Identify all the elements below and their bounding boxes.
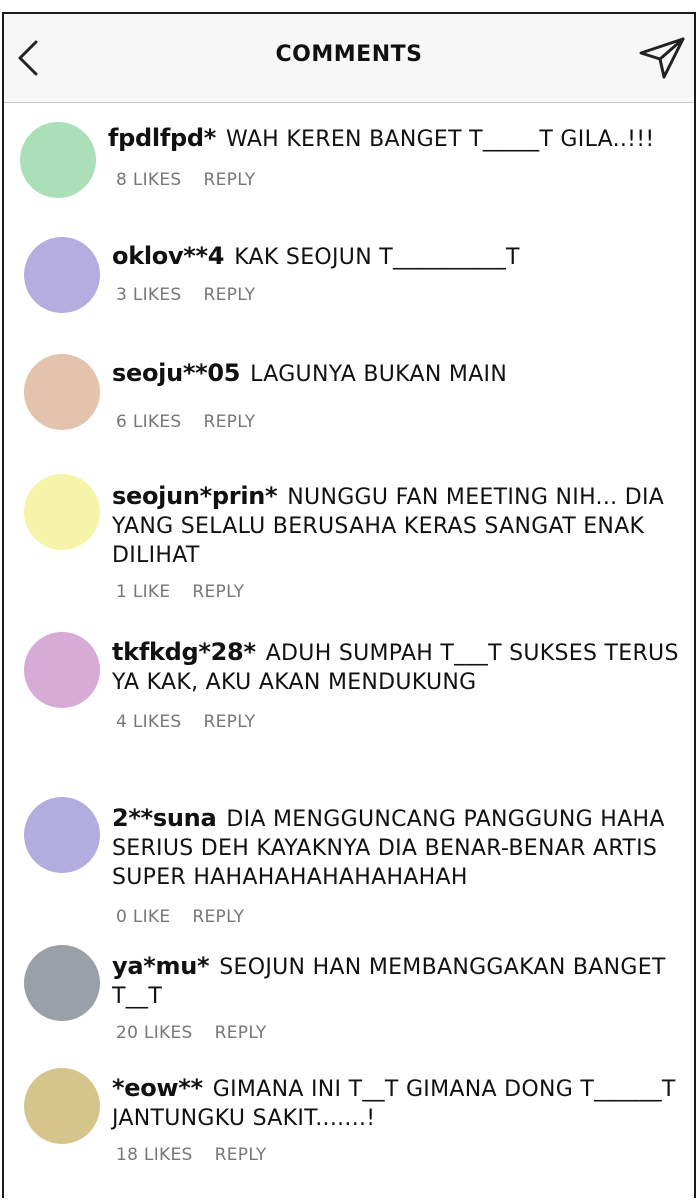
comment-username[interactable]: seoju**05 [112,359,240,387]
avatar[interactable] [24,797,100,873]
reply-button[interactable]: REPLY [204,712,256,732]
reply-button[interactable]: REPLY [204,170,256,190]
likes-count[interactable]: 20 LIKES [116,1023,193,1043]
comment-text: KAK SEOJUN T__________T [234,245,520,270]
avatar[interactable] [24,474,100,550]
likes-count[interactable]: 8 LIKES [116,170,182,190]
comment-username[interactable]: ya*mu* [112,952,210,980]
comments-screen: COMMENTS fpdlfpd* WAH KEREN BANGET T_____… [2,12,696,1198]
reply-button[interactable]: REPLY [192,907,244,927]
comment-body: seojun*prin* NUNGGU FAN MEETING NIH... DI… [112,482,686,570]
comment-text: LAGUNYA BUKAN MAIN [250,362,508,387]
comment-body: seoju**05 LAGUNYA BUKAN MAIN [112,359,686,389]
avatar[interactable] [24,354,100,430]
send-button[interactable] [638,36,686,80]
avatar[interactable] [24,945,100,1021]
comment-username[interactable]: seojun*prin* [112,482,278,510]
likes-count[interactable]: 0 LIKE [116,907,170,927]
likes-count[interactable]: 3 LIKES [116,285,182,305]
reply-button[interactable]: REPLY [204,285,256,305]
comment-text: WAH KEREN BANGET T_____T GILA..!!! [225,127,655,152]
comment-body: ya*mu* SEOJUN HAN MEMBANGGAKAN BANGET T__… [112,952,686,1011]
reply-button[interactable]: REPLY [215,1145,267,1165]
comment-username[interactable]: tkfkdg*28* [112,638,256,666]
likes-count[interactable]: 18 LIKES [116,1145,193,1165]
comment-body: oklov**4 KAK SEOJUN T__________T [112,242,686,272]
comment-body: 2**suna DIA MENGGUNCANG PANGGUNG HAHA SER… [112,804,686,892]
comment-username[interactable]: oklov**4 [112,242,225,270]
reply-button[interactable]: REPLY [204,412,256,432]
avatar[interactable] [24,237,100,313]
avatar[interactable] [24,632,100,708]
comment-meta: 8 LIKES REPLY [116,170,277,190]
avatar[interactable] [24,1068,100,1144]
likes-count[interactable]: 4 LIKES [116,712,182,732]
comment-username[interactable]: *eow** [112,1074,203,1102]
avatar[interactable] [20,122,96,198]
comment-meta: 20 LIKES REPLY [116,1023,289,1043]
reply-button[interactable]: REPLY [192,582,244,602]
likes-count[interactable]: 1 LIKE [116,582,170,602]
send-icon [639,37,685,79]
comment-body: tkfkdg*28* ADUH SUMPAH T___T SUKSES TERUS… [112,638,686,697]
comment-meta: 6 LIKES REPLY [116,412,277,432]
comment-meta: 1 LIKE REPLY [116,582,266,602]
comment-body: fpdlfpd* WAH KEREN BANGET T_____T GILA..!… [108,124,686,154]
header-bar: COMMENTS [4,14,694,103]
comment-meta: 0 LIKE REPLY [116,907,266,927]
comment-username[interactable]: fpdlfpd* [108,124,216,152]
comment-meta: 3 LIKES REPLY [116,285,277,305]
comment-body: *eow** GIMANA INI T__T GIMANA DONG T_____… [112,1074,686,1133]
comment-meta: 4 LIKES REPLY [116,712,277,732]
reply-button[interactable]: REPLY [215,1023,267,1043]
comment-username[interactable]: 2**suna [112,804,217,832]
comment-meta: 18 LIKES REPLY [116,1145,289,1165]
page-title: COMMENTS [275,42,423,67]
likes-count[interactable]: 6 LIKES [116,412,182,432]
